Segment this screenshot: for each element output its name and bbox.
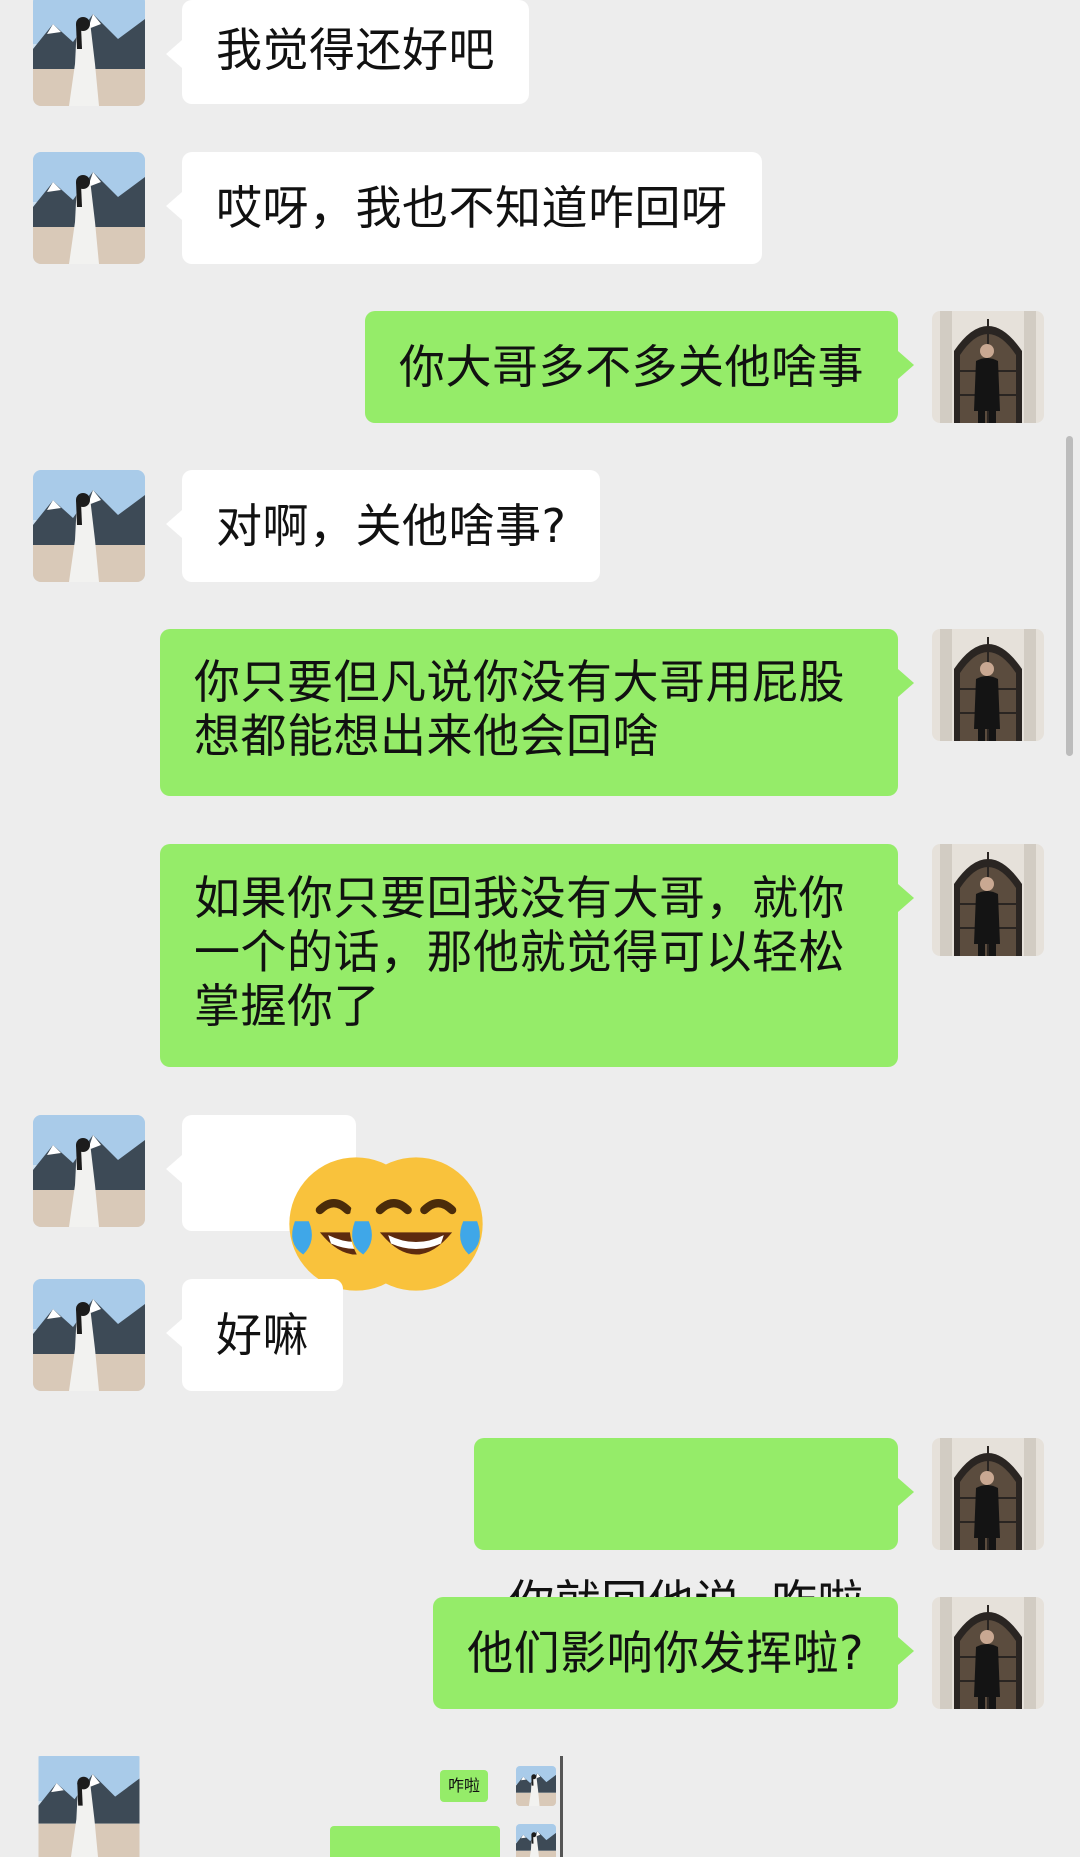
contact-avatar[interactable] <box>33 0 145 106</box>
embedded-divider <box>560 1756 563 1857</box>
message-text: 我觉得还好吧 <box>216 23 495 77</box>
embedded-bubble-text: 咋啦 <box>440 1770 489 1802</box>
message-bubble[interactable]: 你只要但凡说你没有大哥用屁股 想都能想出来他会回啥 <box>160 629 914 796</box>
contact-avatar[interactable] <box>33 1279 145 1391</box>
message-bubble[interactable]: 对啊，关他啥事? <box>165 470 601 582</box>
embedded-bubble <box>330 1826 500 1857</box>
chat-area: 我觉得还好吧 哎呀，我也不知道咋回呀 你大哥多不多关他啥事 对啊，关他啥事? 你… <box>0 0 1080 1857</box>
message-bubble[interactable]: 如果你只要回我没有大哥，就你 一个的话，那他就觉得可以轻松 掌握你了 <box>160 844 914 1067</box>
message-text-line: 掌握你了 <box>194 979 380 1033</box>
message-bubble[interactable]: 好嘛 <box>166 1279 343 1391</box>
message-bubble[interactable]: 你大哥多不多关他啥事 <box>365 311 914 423</box>
my-avatar[interactable] <box>932 1597 1044 1709</box>
message-text-line: 想都能想出来他会回啥 <box>194 709 659 763</box>
contact-avatar[interactable] <box>33 1115 145 1227</box>
message-text: 对啊，关他啥事? <box>216 499 567 553</box>
my-avatar[interactable] <box>932 1438 1044 1550</box>
message-text-line: 一个的话，那他就觉得可以轻松 <box>194 925 845 979</box>
my-avatar[interactable] <box>932 844 1044 956</box>
tears-of-joy-emoji <box>206 1149 260 1203</box>
tears-of-joy-emoji <box>266 1149 320 1203</box>
message-text: 他们影响你发挥啦? <box>467 1626 864 1680</box>
contact-avatar[interactable] <box>33 1756 145 1857</box>
message-bubble[interactable]: 他们影响你发挥啦? <box>433 1597 914 1709</box>
message-bubble[interactable] <box>166 1115 356 1231</box>
message-text: 好嘛 <box>216 1308 309 1362</box>
embedded-avatar <box>516 1766 556 1806</box>
contact-avatar[interactable] <box>33 152 145 264</box>
contact-avatar[interactable] <box>33 470 145 582</box>
embedded-avatar <box>516 1824 556 1857</box>
my-avatar[interactable] <box>932 311 1044 423</box>
message-text-line: 你只要但凡说你没有大哥用屁股 <box>194 655 845 709</box>
scrollbar[interactable] <box>1066 436 1073 756</box>
message-bubble[interactable]: 哎呀，我也不知道咋回呀 <box>166 152 762 264</box>
my-avatar[interactable] <box>932 629 1044 741</box>
message-bubble[interactable]: 你就回他说 咋啦 <box>474 1438 914 1629</box>
embedded-screenshot-image[interactable]: 咋啦 <box>330 1756 566 1857</box>
message-text: 哎呀，我也不知道咋回呀 <box>216 181 728 235</box>
message-bubble[interactable]: 我觉得还好吧 <box>166 0 529 104</box>
message-text-line: 如果你只要回我没有大哥，就你 <box>194 871 845 925</box>
message-text: 你大哥多不多关他啥事 <box>399 340 864 394</box>
